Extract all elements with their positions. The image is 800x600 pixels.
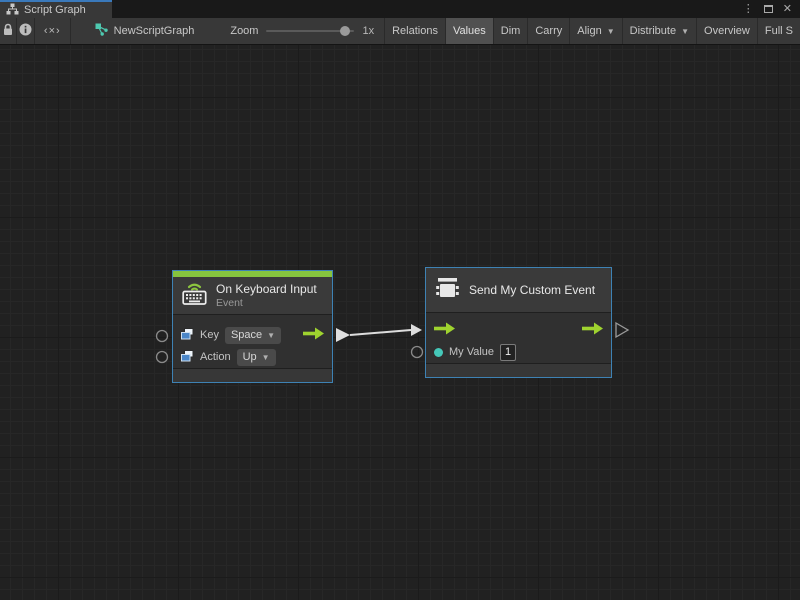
zoom-value: 1x [362,25,374,37]
tab-script-graph[interactable]: Script Graph [0,0,112,18]
node-ports: My Value 1 [426,313,611,363]
graph-name[interactable]: NewScriptGraph [85,18,205,44]
chevron-down-icon: ▼ [607,27,615,36]
value-type-icon [181,350,194,365]
overview-button[interactable]: Overview [696,18,757,44]
my-value-label: My Value [449,346,494,358]
key-port-label: Key [200,329,219,341]
custom-event-icon [434,275,461,305]
my-value-input-port[interactable] [412,347,423,358]
trigger-out-arrow-icon[interactable] [582,322,603,338]
trigger-row [426,319,611,341]
value-type-icon [181,328,194,343]
info-button[interactable] [17,18,34,44]
custom-event-trigger-out-port[interactable] [616,323,628,337]
graph-canvas[interactable]: On Keyboard Input Event Key Space ▼ [0,45,800,600]
window-controls: ⋮ ✕ [743,0,800,18]
wire-arrowhead-icon [411,324,422,336]
dim-button[interactable]: Dim [493,18,528,44]
toolbar-buttons: Relations Values Dim Carry Align ▼ Distr… [384,18,800,44]
node-subtitle: Event [216,297,317,309]
align-dropdown-button[interactable]: Align ▼ [569,18,621,44]
my-value-row: My Value 1 [426,341,611,363]
node-on-keyboard-input[interactable]: On Keyboard Input Event Key Space ▼ [172,270,333,383]
zoom-control: Zoom 1x [230,18,378,44]
trigger-in-arrow-icon[interactable] [434,322,455,338]
node-title: Send My Custom Event [469,283,595,297]
maximize-icon[interactable] [764,5,773,13]
zoom-slider-handle[interactable] [340,26,350,36]
fullscreen-button[interactable]: Full S [757,18,800,44]
key-input-port[interactable] [157,331,168,342]
close-icon[interactable]: ✕ [783,4,792,15]
lock-button[interactable] [0,18,17,44]
window-menu-icon[interactable]: ⋮ [743,4,754,15]
keyboard-icon [181,280,208,311]
chevron-down-icon: ▼ [681,27,689,36]
trigger-out-arrow-icon[interactable] [303,327,324,343]
distribute-dropdown-button[interactable]: Distribute ▼ [622,18,696,44]
graph-asset-icon [95,23,108,39]
node-header[interactable]: Send My Custom Event [426,268,611,313]
chevron-down-icon: ▼ [267,331,275,340]
connection-layer [0,45,800,600]
script-graph-icon [6,3,19,18]
node-footer [173,368,332,382]
zoom-slider[interactable] [266,30,354,32]
zoom-label: Zoom [230,25,258,37]
action-input-port[interactable] [157,352,168,363]
action-port-label: Action [200,351,231,363]
key-dropdown[interactable]: Space ▼ [225,327,281,344]
chevron-down-icon: ▼ [262,353,270,362]
tab-title: Script Graph [24,4,86,16]
values-button[interactable]: Values [445,18,493,44]
my-value-input[interactable]: 1 [500,344,516,361]
tab-bar: Script Graph ⋮ ✕ [0,0,800,18]
graph-name-label: NewScriptGraph [114,25,195,37]
action-row: Action Up ▼ [173,346,332,368]
node-header[interactable]: On Keyboard Input Event [173,277,332,316]
node-title: On Keyboard Input [216,282,317,296]
action-dropdown[interactable]: Up ▼ [237,349,276,366]
node-footer [426,363,611,377]
value-port-dot-icon[interactable] [434,348,443,357]
node-ports: Key Space ▼ [173,315,332,368]
key-row: Key Space ▼ [173,324,332,346]
trigger-out-port[interactable] [336,328,350,342]
graph-toolbar: ‹×› NewScriptGraph Zoom 1x Relations Val… [0,18,800,45]
node-send-my-custom-event[interactable]: Send My Custom Event [425,267,612,378]
carry-button[interactable]: Carry [527,18,569,44]
lock-icon [2,23,14,39]
code-view-button[interactable]: ‹×› [35,18,71,44]
relations-button[interactable]: Relations [384,18,445,44]
trigger-wire[interactable] [350,330,411,335]
code-icon: ‹×› [44,25,61,37]
info-icon [19,23,32,39]
